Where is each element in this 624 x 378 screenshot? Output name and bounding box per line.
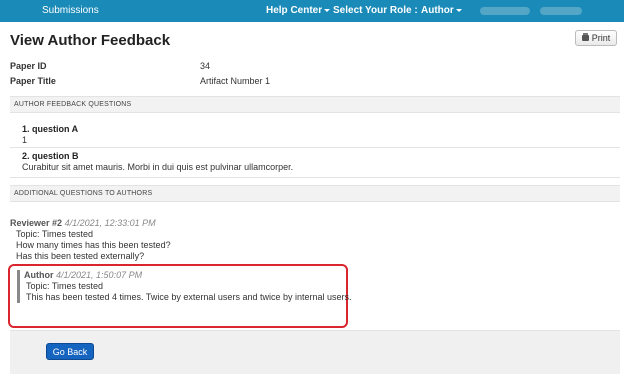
reviewer-question: Has this been tested externally? xyxy=(16,251,145,261)
reviewer-comment: Reviewer #2 4/1/2021, 12:33:01 PM Topic:… xyxy=(10,218,171,262)
paper-id-label: Paper ID xyxy=(10,61,47,71)
print-button[interactable]: Print xyxy=(575,30,617,46)
question-answer: 1 xyxy=(22,135,28,145)
help-center-label: Help Center xyxy=(266,5,323,16)
role-dropdown[interactable]: Author xyxy=(421,5,462,16)
role-label: Author xyxy=(421,5,454,16)
author-feedback-section-header: AUTHOR FEEDBACK QUESTIONS xyxy=(10,96,620,113)
question-answer: Curabitur sit amet mauris. Morbi in dui … xyxy=(22,162,294,172)
reviewer-question: How many times has this been tested? xyxy=(16,240,171,250)
author-name: Author xyxy=(24,270,54,280)
nav-help-center-menu[interactable]: Help Center xyxy=(266,5,331,16)
form-footer: Go Back xyxy=(10,330,620,374)
redacted-user-name xyxy=(480,7,530,15)
paper-title-label: Paper Title xyxy=(10,76,56,86)
author-topic: Topic: Times tested xyxy=(26,281,104,291)
additional-questions-section-header: ADDITIONAL QUESTIONS TO AUTHORS xyxy=(10,185,620,202)
redacted-user-menu[interactable] xyxy=(540,7,582,15)
reviewer-topic: Topic: Times tested xyxy=(16,229,94,239)
question-row: 2. question B Curabitur sit amet mauris.… xyxy=(10,148,620,178)
paper-id-value: 34 xyxy=(200,61,211,71)
printer-icon xyxy=(581,33,589,41)
author-timestamp: 4/1/2021, 1:50:07 PM xyxy=(56,270,143,280)
author-reply: Author 4/1/2021, 1:50:07 PM Topic: Times… xyxy=(17,270,352,303)
print-button-label: Print xyxy=(591,33,611,43)
question-title: 1. question A xyxy=(22,124,79,134)
chevron-down-icon xyxy=(455,8,462,12)
question-row: 1. question A 1 xyxy=(10,121,620,148)
paper-title-value: Artifact Number 1 xyxy=(200,76,271,86)
reviewer-timestamp: 4/1/2021, 12:33:01 PM xyxy=(64,218,156,228)
question-title: 2. question B xyxy=(22,151,79,161)
author-answer: This has been tested 4 times. Twice by e… xyxy=(26,292,352,302)
chevron-down-icon xyxy=(324,8,331,12)
select-role-label: Select Your Role : xyxy=(333,5,418,16)
top-navbar: Submissions Help Center Select Your Role… xyxy=(0,0,624,22)
nav-submissions-link[interactable]: Submissions xyxy=(42,5,99,16)
page-title: View Author Feedback xyxy=(10,32,171,49)
reviewer-name: Reviewer #2 xyxy=(10,218,63,228)
go-back-button[interactable]: Go Back xyxy=(46,343,94,360)
